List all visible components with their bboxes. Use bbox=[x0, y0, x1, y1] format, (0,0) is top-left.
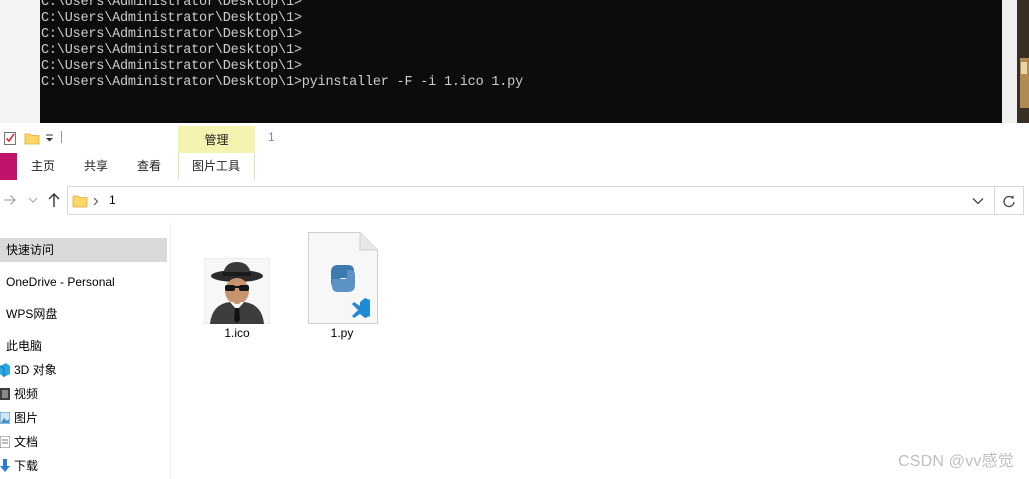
console-command-line: C:\Users\Administrator\Desktop\1>pyinsta… bbox=[41, 75, 523, 90]
console-line: C:\Users\Administrator\Desktop\1> bbox=[41, 27, 302, 42]
tab-share[interactable]: 共享 bbox=[81, 153, 111, 180]
toolbar-separator bbox=[61, 131, 62, 143]
nav-item-3d-objects[interactable]: 3D 对象 bbox=[0, 358, 167, 382]
navigation-pane: 快速访问 OneDrive - Personal WPS网盘 此电脑 3D 对象… bbox=[0, 223, 171, 479]
nav-item-label: WPS网盘 bbox=[6, 307, 58, 321]
window-title: 1 bbox=[268, 130, 275, 144]
file-explorer-window: 管理 1 主页 共享 查看 图片工具 1 快速访问 OneDrive - Per… bbox=[0, 123, 1029, 479]
address-bar[interactable]: 1 bbox=[67, 186, 995, 215]
tab-manage-contextual[interactable]: 管理 bbox=[178, 126, 255, 154]
file-item-py[interactable]: 1.py bbox=[297, 232, 387, 348]
file-name: 1.py bbox=[330, 326, 354, 340]
watermark: CSDN @vv感觉 bbox=[897, 453, 1014, 470]
spy-icon bbox=[204, 258, 270, 324]
nav-item-label: 文档 bbox=[14, 435, 39, 449]
address-dropdown-icon[interactable] bbox=[972, 197, 984, 205]
nav-item-downloads[interactable]: 下载 bbox=[0, 454, 167, 478]
nav-item-label: 下载 bbox=[14, 459, 39, 473]
nav-item-wps-drive[interactable]: WPS网盘 bbox=[0, 302, 167, 326]
nav-item-pictures[interactable]: 图片 bbox=[0, 406, 167, 430]
nav-item-this-pc[interactable]: 此电脑 bbox=[0, 334, 167, 358]
console-line: C:\Users\Administrator\Desktop\1> bbox=[41, 0, 302, 10]
python-file-icon bbox=[308, 232, 378, 324]
command-prompt-console[interactable]: C:\Users\Administrator\Desktop\1> C:\Use… bbox=[40, 0, 1002, 123]
forward-arrow-icon[interactable] bbox=[2, 193, 18, 207]
nav-item-videos[interactable]: 视频 bbox=[0, 382, 167, 406]
nav-item-quick-access[interactable]: 快速访问 bbox=[0, 238, 167, 262]
console-scrollbar[interactable] bbox=[1002, 0, 1017, 123]
refresh-icon bbox=[1003, 195, 1015, 208]
file-name: 1.ico bbox=[224, 326, 250, 340]
customize-toolbar-dropdown-icon[interactable] bbox=[44, 133, 56, 143]
nav-item-label: OneDrive - Personal bbox=[6, 275, 115, 289]
nav-item-label: 3D 对象 bbox=[14, 363, 57, 377]
nav-item-onedrive[interactable]: OneDrive - Personal bbox=[0, 270, 167, 294]
document-icon bbox=[0, 436, 10, 448]
console-line: C:\Users\Administrator\Desktop\1> bbox=[41, 43, 302, 58]
nav-item-label: 图片 bbox=[14, 411, 39, 425]
nav-item-label: 此电脑 bbox=[6, 339, 43, 353]
nav-item-documents[interactable]: 文档 bbox=[0, 430, 167, 454]
new-folder-icon[interactable] bbox=[24, 130, 40, 146]
breadcrumb-separator-icon[interactable] bbox=[93, 197, 99, 206]
cube-icon bbox=[0, 363, 10, 377]
up-arrow-icon[interactable] bbox=[47, 192, 61, 208]
properties-checkbox-icon[interactable] bbox=[2, 130, 18, 146]
download-icon bbox=[0, 459, 10, 472]
recent-locations-chevron-icon[interactable] bbox=[28, 196, 38, 204]
nav-item-label: 视频 bbox=[14, 387, 39, 401]
file-list-area[interactable]: 1.ico 1.py bbox=[171, 223, 1029, 479]
console-line: C:\Users\Administrator\Desktop\1> bbox=[41, 11, 302, 26]
console-line: C:\Users\Administrator\Desktop\1> bbox=[41, 59, 302, 74]
video-icon bbox=[0, 388, 10, 400]
file-item-ico[interactable]: 1.ico bbox=[192, 258, 282, 348]
breadcrumb-folder[interactable]: 1 bbox=[109, 193, 116, 207]
desktop-background bbox=[1017, 0, 1029, 123]
tab-picture-tools[interactable]: 图片工具 bbox=[184, 153, 248, 180]
nav-item-label: 快速访问 bbox=[6, 243, 55, 257]
background-window bbox=[0, 0, 41, 123]
folder-icon bbox=[72, 195, 88, 208]
tab-file[interactable] bbox=[0, 153, 17, 180]
tab-home[interactable]: 主页 bbox=[28, 153, 58, 180]
tab-view[interactable]: 查看 bbox=[134, 153, 164, 180]
refresh-button[interactable] bbox=[995, 186, 1024, 215]
picture-icon bbox=[0, 412, 10, 424]
title-bar: 管理 1 bbox=[0, 123, 1029, 154]
